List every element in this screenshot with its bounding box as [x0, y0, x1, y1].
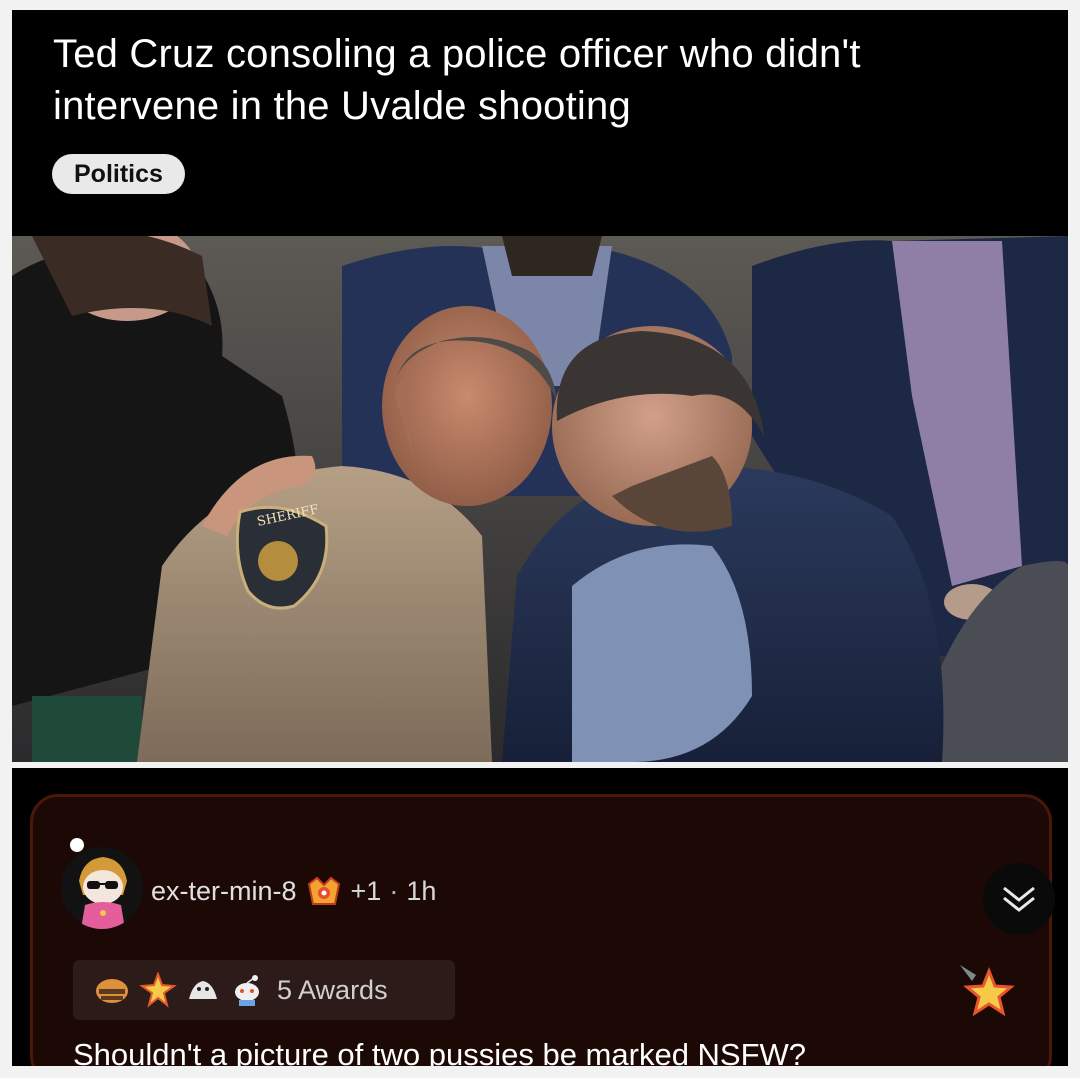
- post-title[interactable]: Ted Cruz consoling a police officer who …: [53, 28, 1033, 132]
- awards-bar[interactable]: 5 Awards: [73, 960, 455, 1020]
- collapse-comment-button[interactable]: [983, 863, 1055, 935]
- meta-separator: ·: [389, 875, 399, 906]
- award-star-icon[interactable]: [956, 961, 1016, 1021]
- avatar-icon: [61, 847, 143, 929]
- avatar[interactable]: [61, 847, 143, 929]
- post-flair[interactable]: Politics: [52, 154, 185, 194]
- screenshot-frame: Ted Cruz consoling a police officer who …: [0, 0, 1080, 1078]
- comment-body: Shouldn't a picture of two pussies be ma…: [73, 1037, 807, 1066]
- award-snoo-icon: [235, 975, 259, 1006]
- comment-score: +1: [350, 875, 382, 906]
- award-sparkle-icon: [139, 972, 177, 1008]
- post-image[interactable]: SHERIFF: [12, 236, 1068, 762]
- post-card[interactable]: Ted Cruz consoling a police officer who …: [12, 10, 1068, 762]
- comment-card: ex-ter-min-8 +1 · 1h 5 Awards Shouldn't …: [12, 768, 1068, 1066]
- comment-meta: ex-ter-min-8 +1 · 1h: [151, 873, 436, 909]
- award-helmet-icon: [96, 979, 128, 1003]
- online-status-dot: [70, 838, 84, 852]
- comment[interactable]: ex-ter-min-8 +1 · 1h 5 Awards Shouldn't …: [30, 794, 1055, 1066]
- award-icons: [93, 972, 265, 1008]
- username[interactable]: ex-ter-min-8: [151, 876, 297, 907]
- awards-label: 5 Awards: [277, 974, 388, 1005]
- award-hands-icon: [189, 981, 217, 999]
- comment-age: 1h: [406, 875, 437, 906]
- user-flair-icon: [307, 876, 340, 905]
- collapse-chevron-icon: [1003, 886, 1035, 912]
